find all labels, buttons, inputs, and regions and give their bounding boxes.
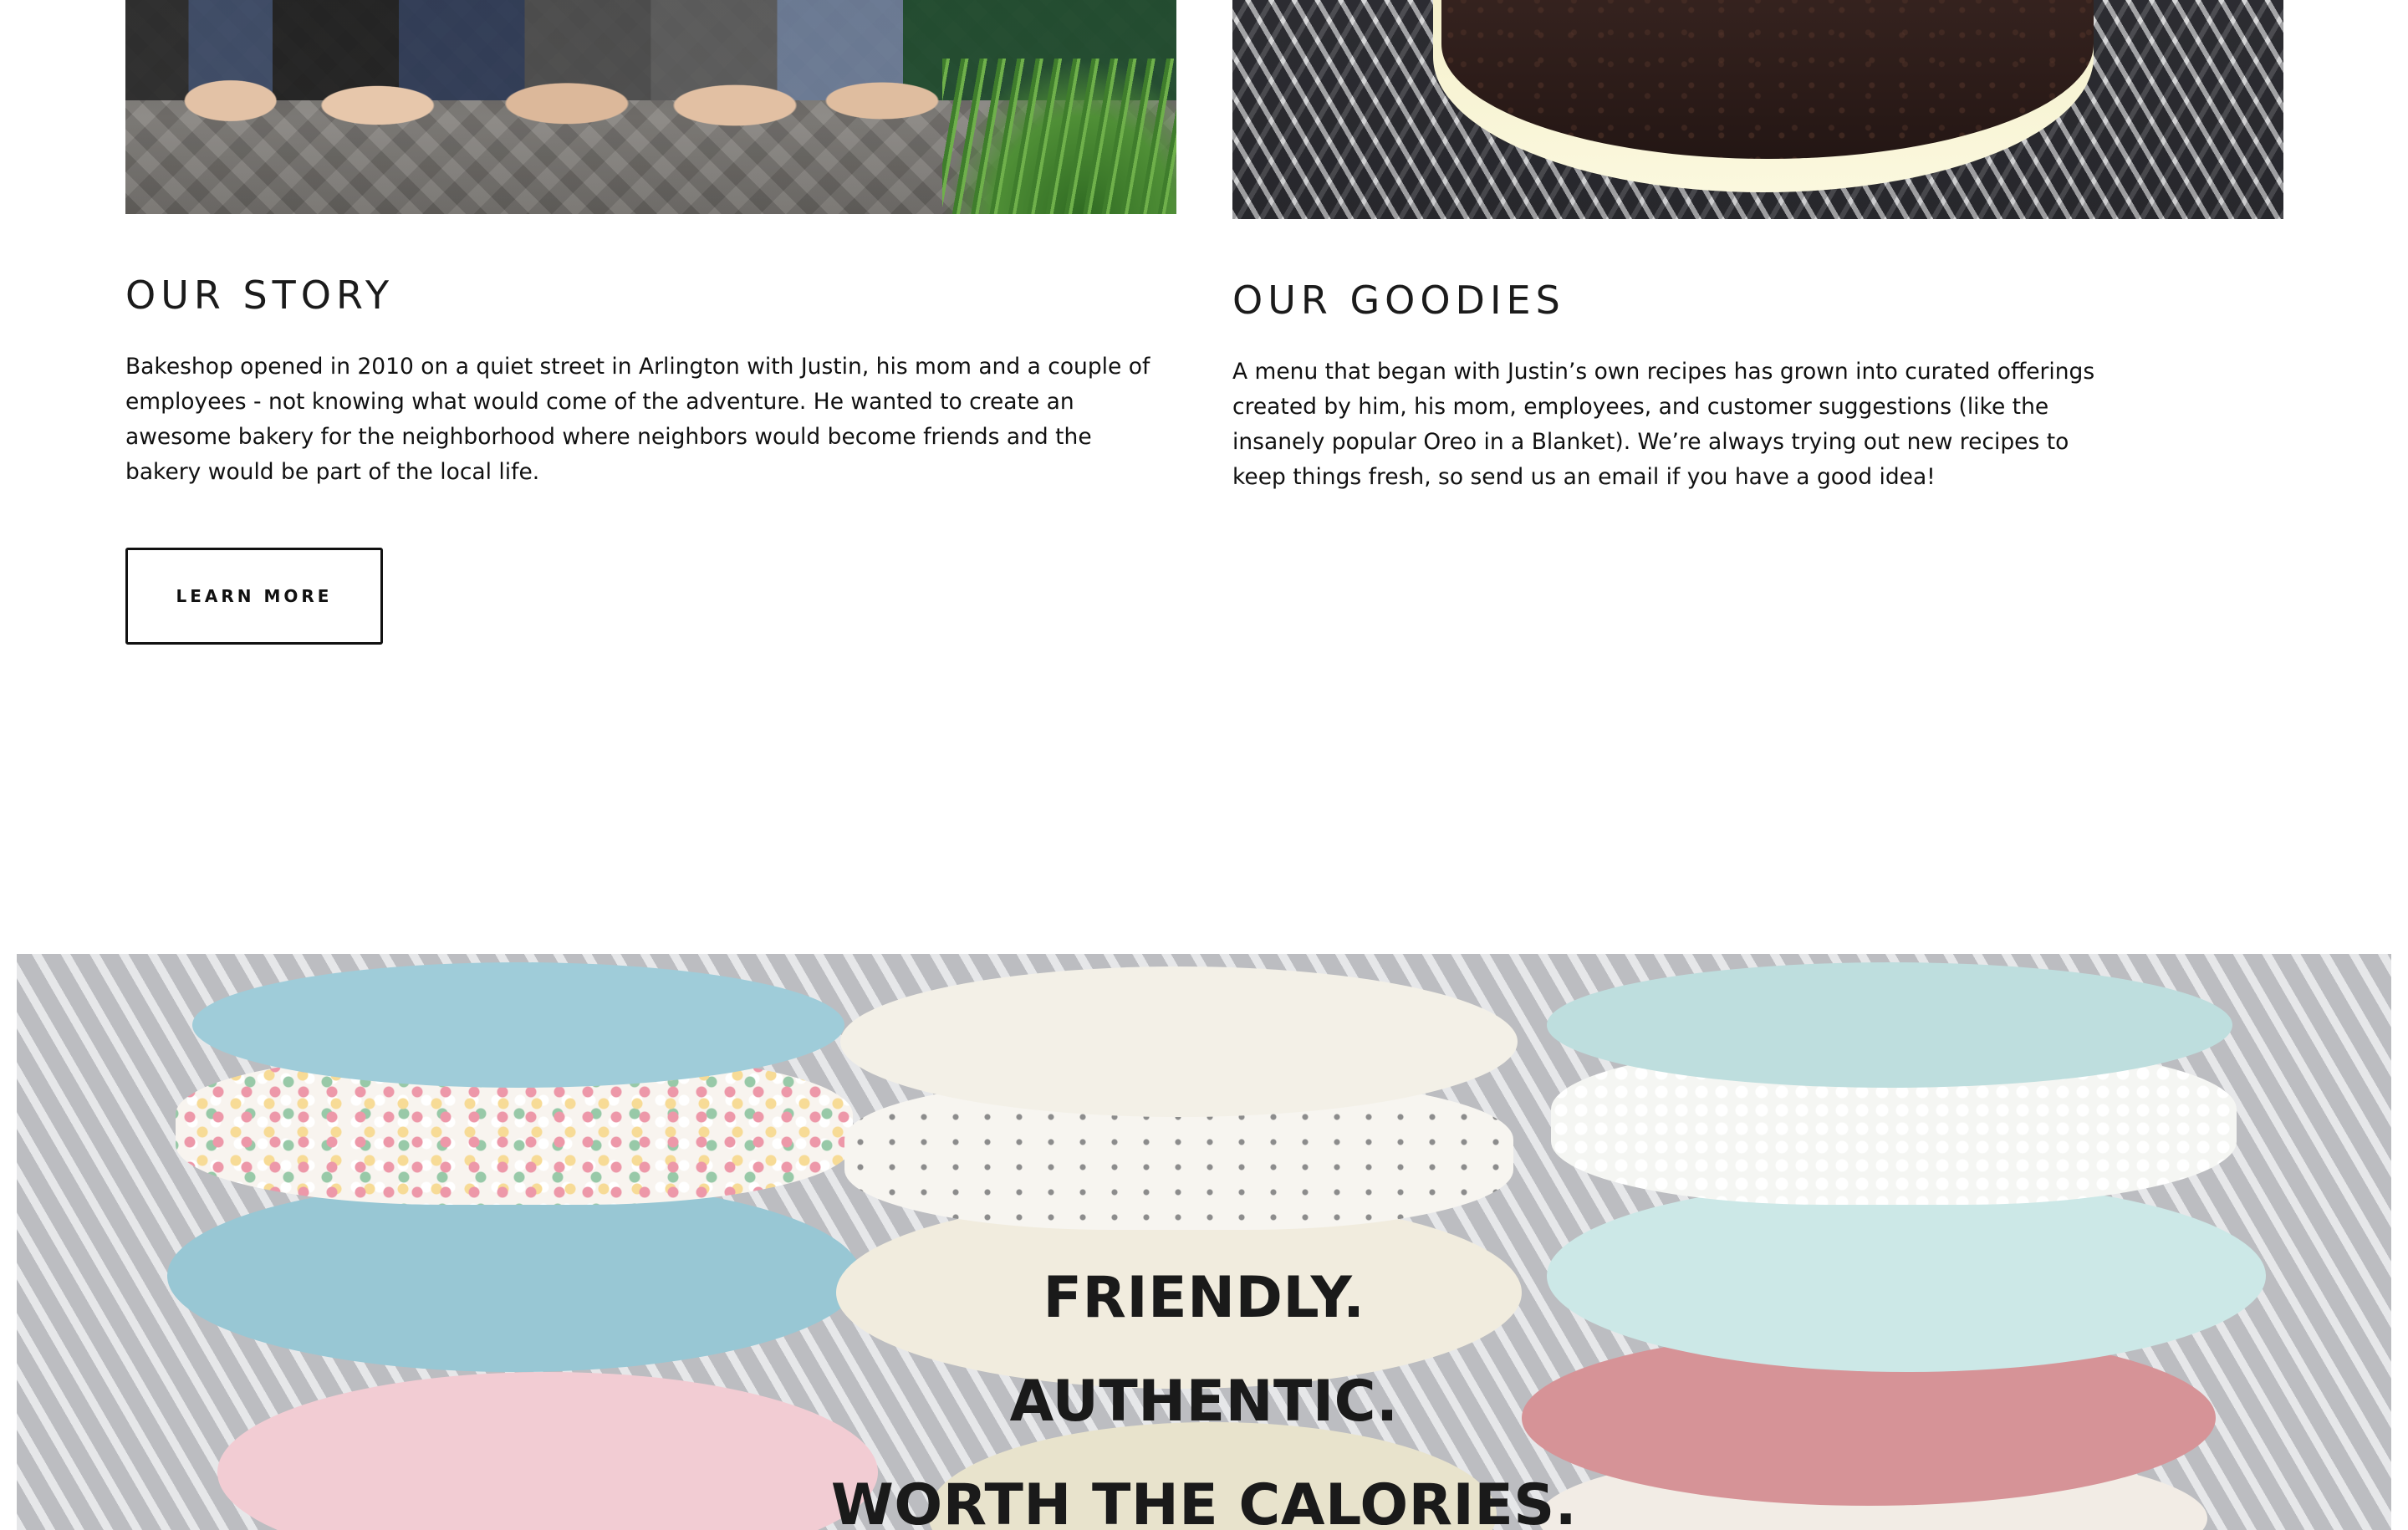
story-title: OUR STORY (125, 273, 395, 318)
goodies-body: A menu that began with Justin’s own reci… (1232, 359, 2095, 490)
tagline-friendly: FRIENDLY. (1043, 1265, 1365, 1331)
story-section: OUR STORY Bakeshop opened in 2010 on a q… (125, 268, 1179, 490)
team-photo-plant (942, 59, 1176, 214)
goodies-title: OUR GOODIES (1232, 278, 1565, 323)
goodies-section: OUR GOODIES A menu that began with Justi… (1232, 273, 2119, 495)
story-body: Bakeshop opened in 2010 on a quiet stree… (125, 354, 1150, 485)
tagline-worth-the-calories: WORTH THE CALORIES. (830, 1472, 1578, 1530)
cookie-photo (1232, 0, 2283, 219)
team-photo (125, 0, 1176, 214)
macaron-banner: FRIENDLY. AUTHENTIC. WORTH THE CALORIES. (17, 954, 2391, 1530)
banner-tagline: FRIENDLY. AUTHENTIC. WORTH THE CALORIES. (17, 1247, 2391, 1530)
learn-more-button[interactable]: LEARN MORE (125, 548, 383, 645)
tagline-authentic: AUTHENTIC. (1009, 1369, 1399, 1435)
